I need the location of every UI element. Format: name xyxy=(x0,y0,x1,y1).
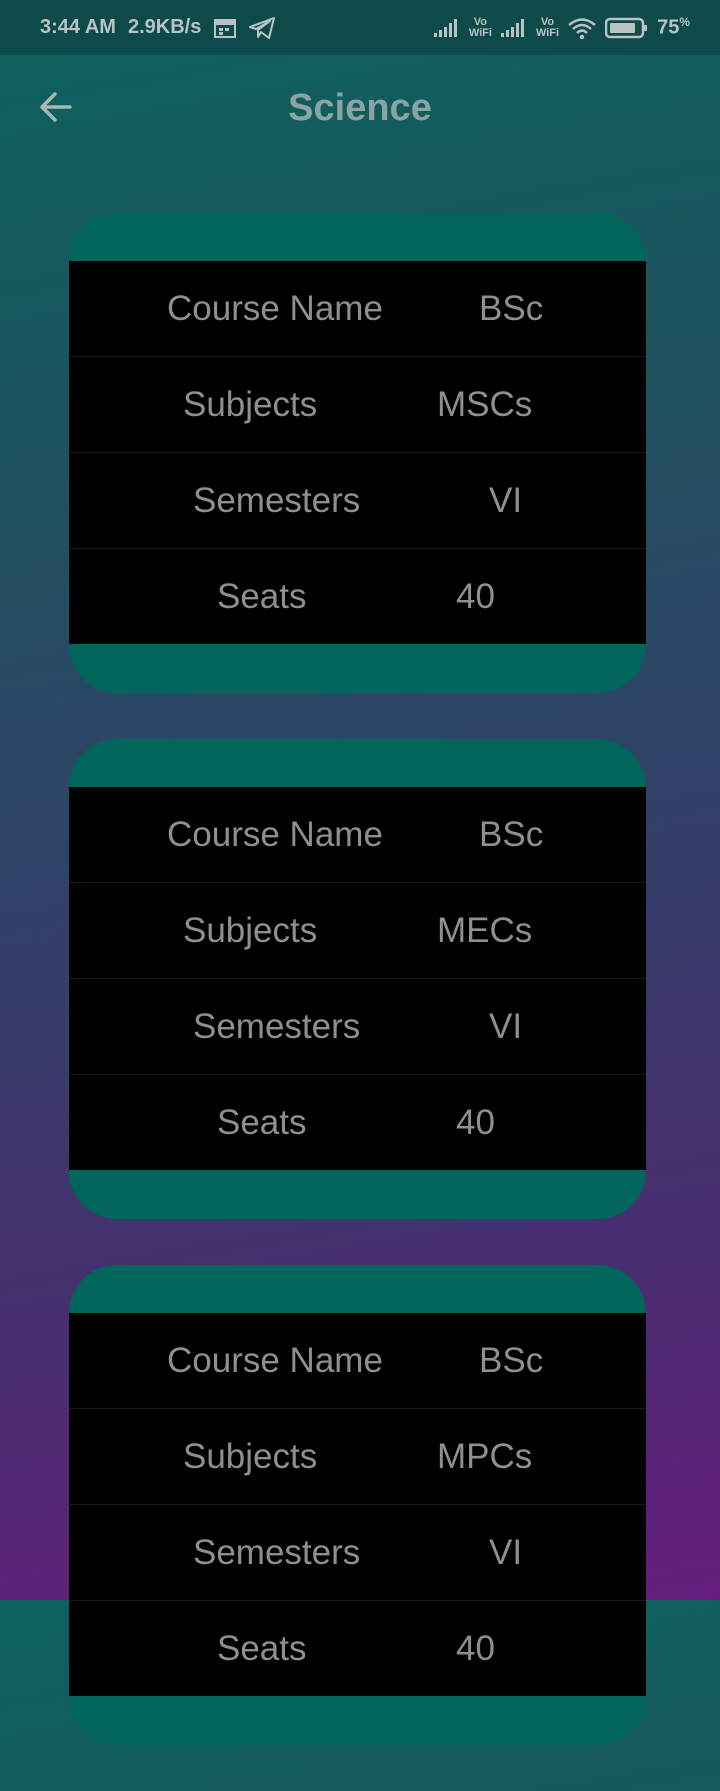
row-label: Course Name xyxy=(167,1341,383,1380)
row-label: Seats xyxy=(217,1103,307,1142)
wifi-icon xyxy=(567,16,597,40)
table-row: Subjects MPCs xyxy=(69,1409,646,1505)
battery-percent: 75% xyxy=(657,15,690,39)
table-row: Course Name BSc xyxy=(69,1313,646,1409)
course-table: Course Name BSc Subjects MSCs Semesters … xyxy=(69,261,646,644)
row-value: VI xyxy=(489,1533,523,1572)
row-label: Subjects xyxy=(183,1437,318,1476)
telegram-icon xyxy=(249,16,276,39)
volte-wifi-icon: Vo WiFi xyxy=(535,15,560,39)
row-value: 40 xyxy=(456,1629,495,1668)
table-row: Subjects MSCs xyxy=(69,357,646,453)
row-label: Semesters xyxy=(193,1007,361,1046)
app-bar: Science xyxy=(0,55,720,165)
table-row: Course Name BSc xyxy=(69,787,646,883)
page-title: Science xyxy=(288,87,432,129)
row-value: VI xyxy=(489,1007,523,1046)
row-label: Semesters xyxy=(193,481,361,520)
table-row: Seats 40 xyxy=(69,1601,646,1696)
calendar-icon xyxy=(213,17,237,39)
row-value: BSc xyxy=(479,289,544,328)
network-speed: 2.9KB/s xyxy=(127,16,202,38)
row-value: MPCs xyxy=(437,1437,533,1476)
status-left: 3:44 AM 2.9KB/s xyxy=(40,0,276,55)
table-row: Semesters VI xyxy=(69,453,646,549)
row-label: Seats xyxy=(217,1629,307,1668)
table-row: Seats 40 xyxy=(69,549,646,644)
course-table: Course Name BSc Subjects MPCs Semesters … xyxy=(69,1313,646,1696)
row-value: 40 xyxy=(456,1103,495,1142)
table-row: Course Name BSc xyxy=(69,261,646,357)
course-card: Course Name BSc Subjects MSCs Semesters … xyxy=(69,213,646,693)
row-value: BSc xyxy=(479,1341,544,1380)
row-label: Subjects xyxy=(183,911,318,950)
row-label: Semesters xyxy=(193,1533,361,1572)
row-value: VI xyxy=(489,481,523,520)
row-value: MECs xyxy=(437,911,533,950)
course-card: Course Name BSc Subjects MECs Semesters … xyxy=(69,739,646,1219)
battery-icon xyxy=(605,16,649,40)
signal-icon xyxy=(500,18,528,38)
course-card: Course Name BSc Subjects MPCs Semesters … xyxy=(69,1265,646,1745)
row-label: Course Name xyxy=(167,815,383,854)
row-value: MSCs xyxy=(437,385,533,424)
row-label: Subjects xyxy=(183,385,318,424)
status-time: 3:44 AM xyxy=(40,16,116,38)
row-label: Seats xyxy=(217,577,307,616)
row-value: BSc xyxy=(479,815,544,854)
status-bar: 3:44 AM 2.9KB/s Vo WiFi Vo WiFi 75% xyxy=(0,0,720,55)
row-label: Course Name xyxy=(167,289,383,328)
table-row: Semesters VI xyxy=(69,1505,646,1601)
course-list: Course Name BSc Subjects MSCs Semesters … xyxy=(69,213,646,1791)
row-value: 40 xyxy=(456,577,495,616)
table-row: Subjects MECs xyxy=(69,883,646,979)
signal-icon xyxy=(433,18,461,38)
table-row: Seats 40 xyxy=(69,1075,646,1170)
status-right: Vo WiFi Vo WiFi 75% xyxy=(433,0,690,55)
volte-wifi-icon: Vo WiFi xyxy=(468,15,492,39)
course-table: Course Name BSc Subjects MECs Semesters … xyxy=(69,787,646,1170)
table-row: Semesters VI xyxy=(69,979,646,1075)
